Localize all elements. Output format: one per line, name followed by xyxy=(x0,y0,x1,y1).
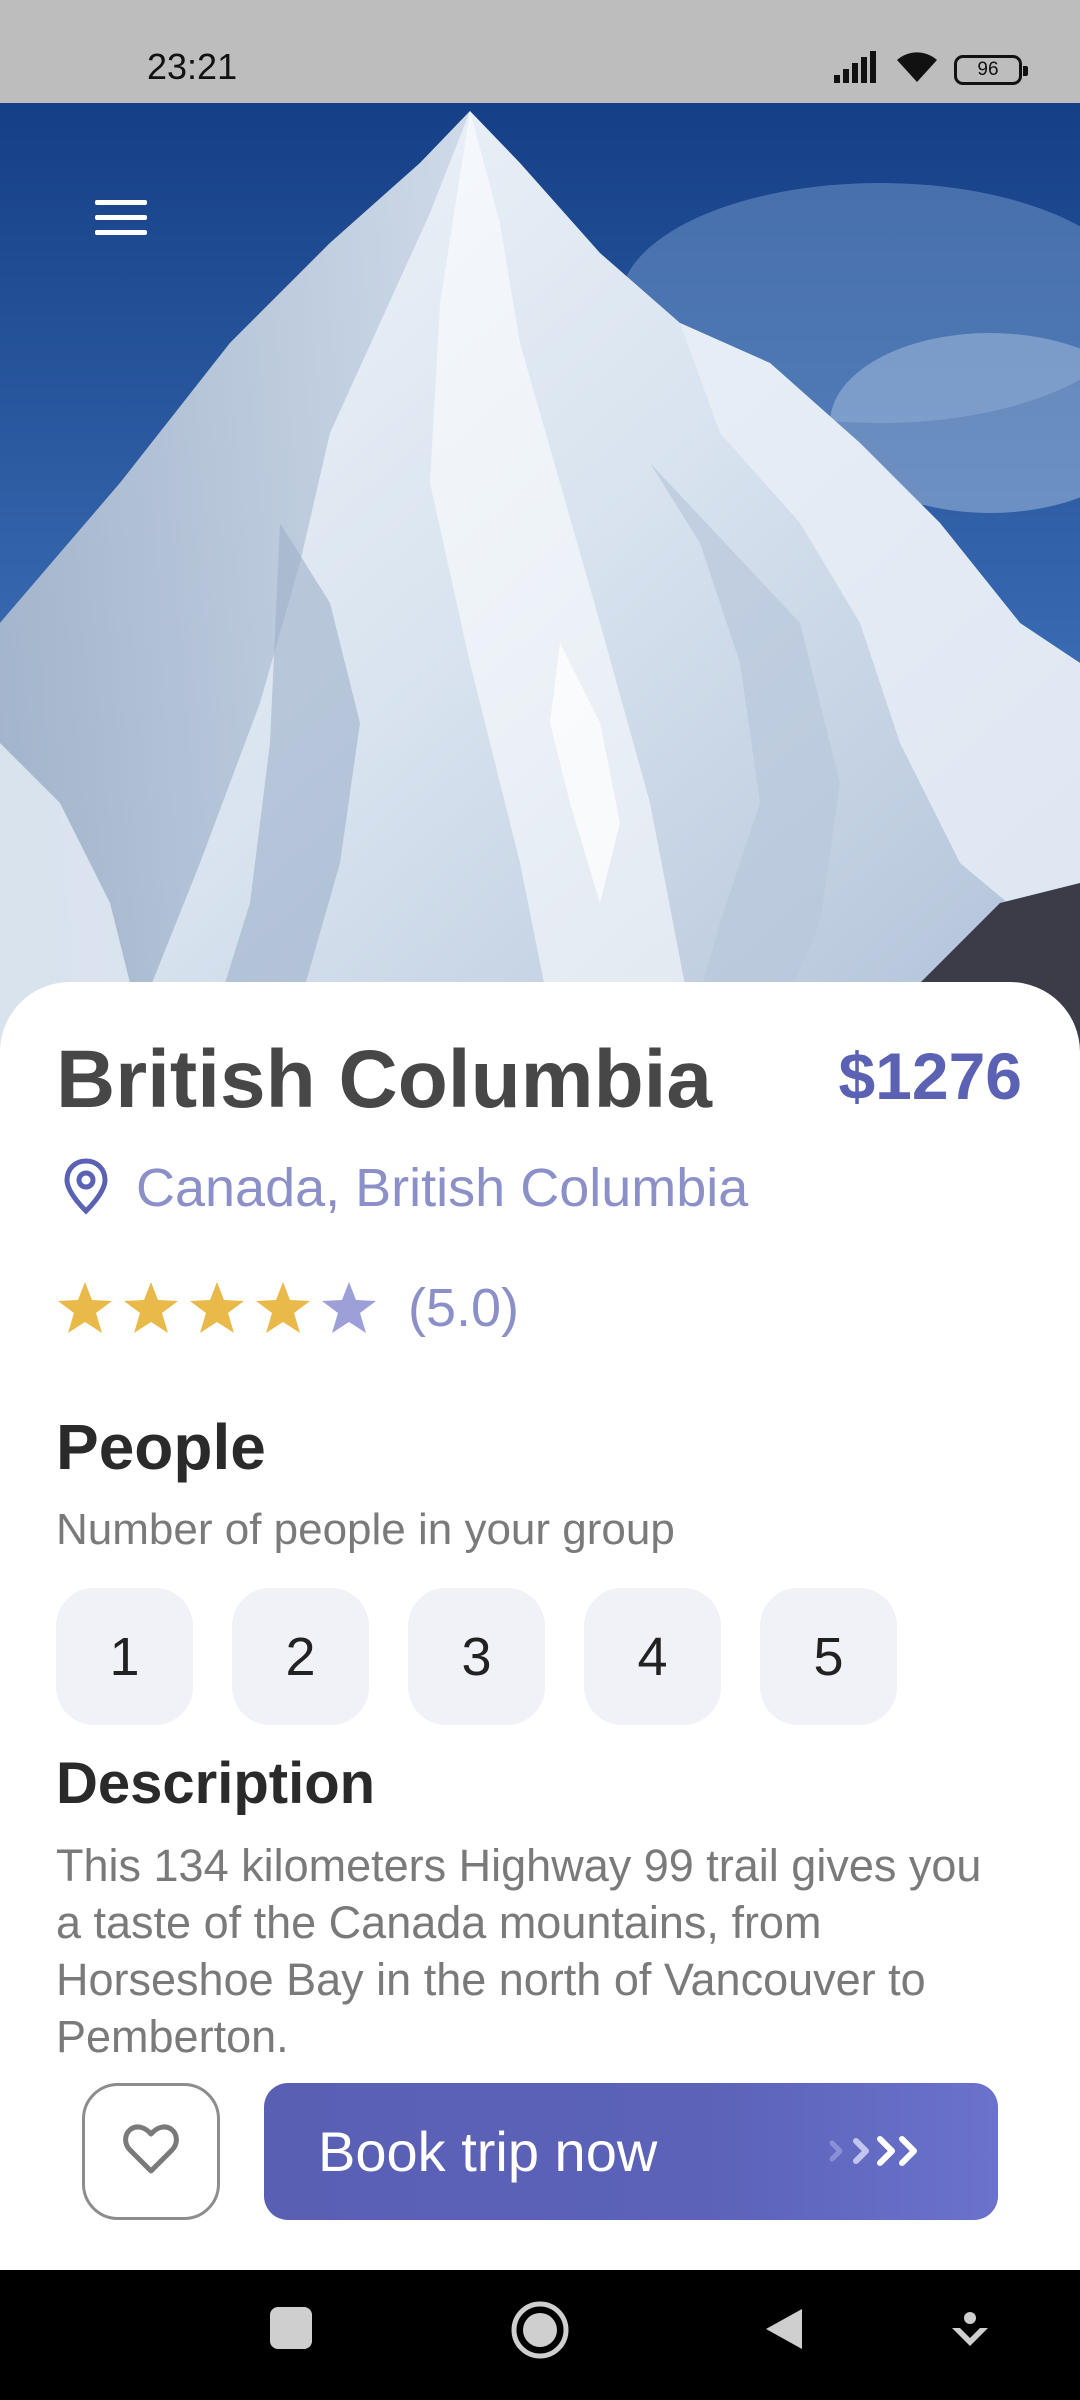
assistant-icon[interactable] xyxy=(950,2310,990,2355)
rating: (5.0) xyxy=(56,1277,519,1339)
signal-icon xyxy=(832,51,880,88)
wifi-icon xyxy=(894,50,940,89)
heart-icon xyxy=(122,2123,180,2180)
back-icon[interactable] xyxy=(762,2305,806,2358)
status-time: 23:21 xyxy=(147,46,238,87)
menu-button[interactable] xyxy=(76,180,166,260)
star-icon xyxy=(256,1282,310,1333)
battery-icon: 96 xyxy=(954,54,1028,85)
people-option-4[interactable]: 4 xyxy=(584,1588,721,1725)
book-trip-button[interactable]: Book trip now xyxy=(264,2083,998,2220)
rating-value: (5.0) xyxy=(408,1278,520,1338)
people-title: People xyxy=(56,1411,266,1483)
chevrons-right-icon xyxy=(828,2129,920,2178)
people-option-2[interactable]: 2 xyxy=(232,1588,369,1725)
star-icon xyxy=(124,1282,178,1333)
hamburger-menu-icon xyxy=(95,198,147,243)
trip-price: $1276 xyxy=(838,1039,1022,1113)
description-title: Description xyxy=(56,1751,376,1816)
trip-detail-screen: 23:21 96 British Columbia $1276 Canada, … xyxy=(0,0,1080,2400)
book-trip-label: Book trip now xyxy=(318,2120,658,2183)
battery-level: 96 xyxy=(977,58,999,80)
star-icon xyxy=(58,1282,112,1333)
trip-title: British Columbia xyxy=(56,1034,713,1125)
star-icon xyxy=(322,1282,376,1333)
star-icon xyxy=(190,1282,244,1333)
description-text: This 134 kilometers Highway 99 trail giv… xyxy=(56,1840,982,2062)
people-subtitle: Number of people in your group xyxy=(56,1505,675,1554)
status-bar: 23:21 96 xyxy=(0,0,1080,103)
location-text: Canada, British Columbia xyxy=(136,1158,749,1218)
people-option-3[interactable]: 3 xyxy=(408,1588,545,1725)
people-option-5[interactable]: 5 xyxy=(760,1588,897,1725)
recents-icon[interactable] xyxy=(268,2305,314,2356)
rating-stars xyxy=(56,1280,378,1336)
trip-location: Canada, British Columbia xyxy=(62,1155,748,1221)
people-options: 1 2 3 4 5 xyxy=(56,1588,897,1725)
favorite-button[interactable] xyxy=(82,2083,220,2220)
people-option-1[interactable]: 1 xyxy=(56,1588,193,1725)
home-icon[interactable] xyxy=(510,2300,570,2365)
status-icons: 96 xyxy=(832,50,1028,89)
map-pin-icon xyxy=(62,1157,110,1220)
system-nav-bar xyxy=(0,2270,1080,2400)
